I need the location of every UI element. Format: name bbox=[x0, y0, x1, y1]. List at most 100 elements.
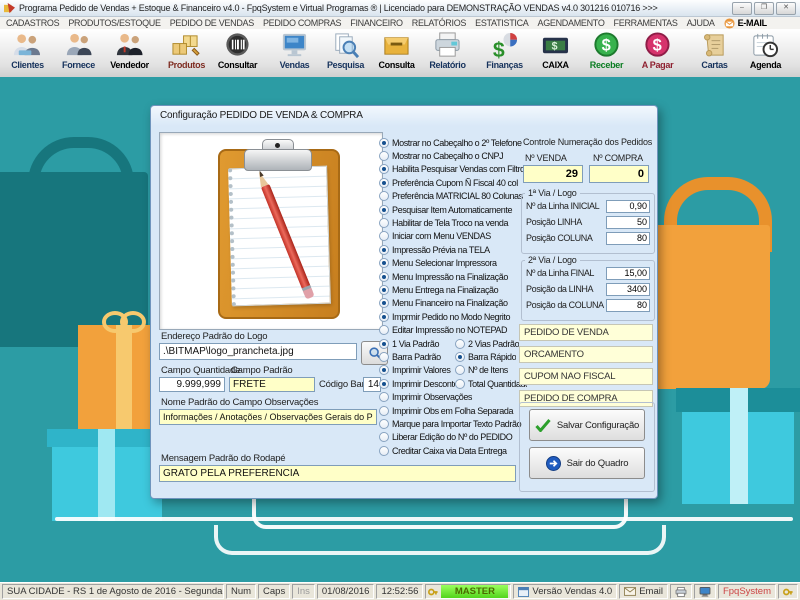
menu-pedido-compras[interactable]: PEDIDO COMPRAS bbox=[263, 18, 341, 28]
option-row[interactable]: Impressão Prévia na TELA bbox=[379, 243, 527, 256]
menu-cadastros[interactable]: CADASTROS bbox=[6, 18, 59, 28]
radio[interactable] bbox=[379, 298, 389, 308]
option-row[interactable]: Imprimir Obs em Folha Separada bbox=[379, 404, 527, 417]
save-config-button[interactable]: Salvar Configuração bbox=[529, 409, 645, 441]
drawer-icon bbox=[381, 31, 412, 60]
option-row[interactable]: Menu Impressão na Finalização bbox=[379, 270, 527, 283]
status-email[interactable]: Email bbox=[619, 584, 668, 599]
logo-path-input[interactable] bbox=[159, 343, 357, 360]
radio[interactable] bbox=[379, 406, 389, 416]
footer-input[interactable] bbox=[159, 465, 516, 482]
doc-type-orcamento[interactable]: ORCAMENTO bbox=[519, 346, 653, 363]
radio[interactable] bbox=[379, 339, 389, 349]
radio[interactable] bbox=[379, 365, 389, 375]
toolbar-cartas[interactable]: Cartas bbox=[689, 30, 740, 77]
option-row[interactable]: Marque para Importar Texto Padrão bbox=[379, 417, 527, 430]
close-button[interactable]: ✕ bbox=[776, 2, 796, 15]
linha-final-input[interactable] bbox=[606, 267, 650, 280]
status-monitor[interactable] bbox=[694, 584, 716, 599]
posicao-da-coluna-input[interactable] bbox=[606, 299, 650, 312]
restore-button[interactable]: ❐ bbox=[754, 2, 774, 15]
toolbar-a-pagar[interactable]: $ A Pagar bbox=[632, 30, 683, 77]
compra-number-input[interactable] bbox=[589, 165, 649, 183]
radio[interactable] bbox=[455, 339, 465, 349]
option-row[interactable]: Habilitar de Tela Troco na venda bbox=[379, 216, 527, 229]
radio[interactable] bbox=[379, 231, 389, 241]
option-row[interactable]: Mostrar no Cabeçalho o 2º Telefone bbox=[379, 136, 527, 149]
radio[interactable] bbox=[379, 325, 389, 335]
venda-number-input[interactable] bbox=[523, 165, 583, 183]
radio[interactable] bbox=[379, 379, 389, 389]
campo-padrao-input[interactable] bbox=[229, 377, 315, 392]
radio[interactable] bbox=[379, 245, 389, 255]
menu-pedido-de-vendas[interactable]: PEDIDO DE VENDAS bbox=[170, 18, 254, 28]
menu-agendamento[interactable]: AGENDAMENTO bbox=[538, 18, 605, 28]
toolbar-agenda[interactable]: Agenda bbox=[740, 30, 791, 77]
menu-relatorios[interactable]: RELATÓRIOS bbox=[412, 18, 466, 28]
qty-input[interactable] bbox=[159, 377, 225, 392]
posicao-da-linha-input[interactable] bbox=[606, 283, 650, 296]
toolbar-caixa[interactable]: $ CAIXA bbox=[530, 30, 581, 77]
toolbar-fornece[interactable]: Fornece bbox=[53, 30, 104, 77]
radio[interactable] bbox=[379, 272, 389, 282]
radio[interactable] bbox=[379, 312, 389, 322]
option-row[interactable]: Liberar Edição do Nº do PEDIDO bbox=[379, 431, 527, 444]
radio[interactable] bbox=[379, 151, 389, 161]
option-row[interactable]: Imprimir Observações bbox=[379, 390, 527, 403]
radio[interactable] bbox=[379, 178, 389, 188]
menu-email[interactable]: E-MAIL bbox=[724, 18, 767, 29]
radio[interactable] bbox=[379, 352, 389, 362]
exit-dialog-button[interactable]: Sair do Quadro bbox=[529, 447, 645, 479]
option-row[interactable]: Mostrar no Cabeçalho o CNPJ bbox=[379, 149, 527, 162]
radio[interactable] bbox=[379, 285, 389, 295]
option-row[interactable]: Imprmir Pedido no Modo Negrito bbox=[379, 310, 527, 323]
radio[interactable] bbox=[379, 164, 389, 174]
minimize-button[interactable]: – bbox=[732, 2, 752, 15]
toolbar-clientes[interactable]: Clientes bbox=[2, 30, 53, 77]
option-row[interactable]: Menu Financeiro na Finalização bbox=[379, 297, 527, 310]
posicao-coluna-input[interactable] bbox=[606, 232, 650, 245]
toolbar-receber[interactable]: $ Receber bbox=[581, 30, 632, 77]
option-row[interactable]: Preferência MATRICIAL 80 Colunas bbox=[379, 190, 527, 203]
option-row[interactable]: Menu Selecionar Impressora bbox=[379, 257, 527, 270]
posicao-linha-input[interactable] bbox=[606, 216, 650, 229]
option-row[interactable]: Pesquisar Item Automaticamente bbox=[379, 203, 527, 216]
radio[interactable] bbox=[455, 379, 465, 389]
toolbar-pesquisa[interactable]: Pesquisa bbox=[320, 30, 371, 77]
option-row[interactable]: Iniciar com Menu VENDAS bbox=[379, 230, 527, 243]
radio[interactable] bbox=[379, 218, 389, 228]
option-row[interactable]: Creditar Caixa via Data Entrega bbox=[379, 444, 527, 457]
radio[interactable] bbox=[379, 446, 389, 456]
obs-input[interactable] bbox=[159, 409, 377, 425]
radio[interactable] bbox=[455, 352, 465, 362]
toolbar-consultar[interactable]: Consultar bbox=[212, 30, 263, 77]
toolbar-vendedor[interactable]: Vendedor bbox=[104, 30, 155, 77]
doc-type-pedido-venda[interactable]: PEDIDO DE VENDA bbox=[519, 324, 653, 341]
radio[interactable] bbox=[379, 138, 389, 148]
radio[interactable] bbox=[379, 191, 389, 201]
menu-ferramentas[interactable]: FERRAMENTAS bbox=[614, 18, 678, 28]
menu-financeiro[interactable]: FINANCEIRO bbox=[350, 18, 403, 28]
option-row[interactable]: Preferência Cupom Ñ Fiscal 40 col bbox=[379, 176, 527, 189]
toolbar-relatorio[interactable]: Relatório bbox=[422, 30, 473, 77]
option-row[interactable]: Menu Entrega na Finalização bbox=[379, 283, 527, 296]
menu-ajuda[interactable]: AJUDA bbox=[687, 18, 715, 28]
status-printer[interactable] bbox=[670, 584, 692, 599]
radio[interactable] bbox=[379, 258, 389, 268]
radio[interactable] bbox=[379, 432, 389, 442]
toolbar-vendas[interactable]: Vendas bbox=[269, 30, 320, 77]
radio[interactable] bbox=[455, 365, 465, 375]
menu-estatistica[interactable]: ESTATISTICA bbox=[475, 18, 528, 28]
toolbar-produtos[interactable]: Produtos bbox=[161, 30, 212, 77]
option-row[interactable]: Editar Impressão no NOTEPAD bbox=[379, 323, 527, 336]
doc-type-cupom-nao-fiscal[interactable]: CUPOM NAO FISCAL bbox=[519, 368, 653, 385]
linha-inicial-input[interactable] bbox=[606, 200, 650, 213]
toolbar-consulta[interactable]: Consulta bbox=[371, 30, 422, 77]
radio[interactable] bbox=[379, 392, 389, 402]
option-row[interactable]: Habilita Pesquisar Vendas com Filtro bbox=[379, 163, 527, 176]
radio[interactable] bbox=[379, 205, 389, 215]
toolbar-financas[interactable]: $ Finanças bbox=[479, 30, 530, 77]
menu-bar: CADASTROS PRODUTOS/ESTOQUE PEDIDO DE VEN… bbox=[0, 17, 800, 29]
radio[interactable] bbox=[379, 419, 389, 429]
menu-produtos-estoque[interactable]: PRODUTOS/ESTOQUE bbox=[68, 18, 160, 28]
